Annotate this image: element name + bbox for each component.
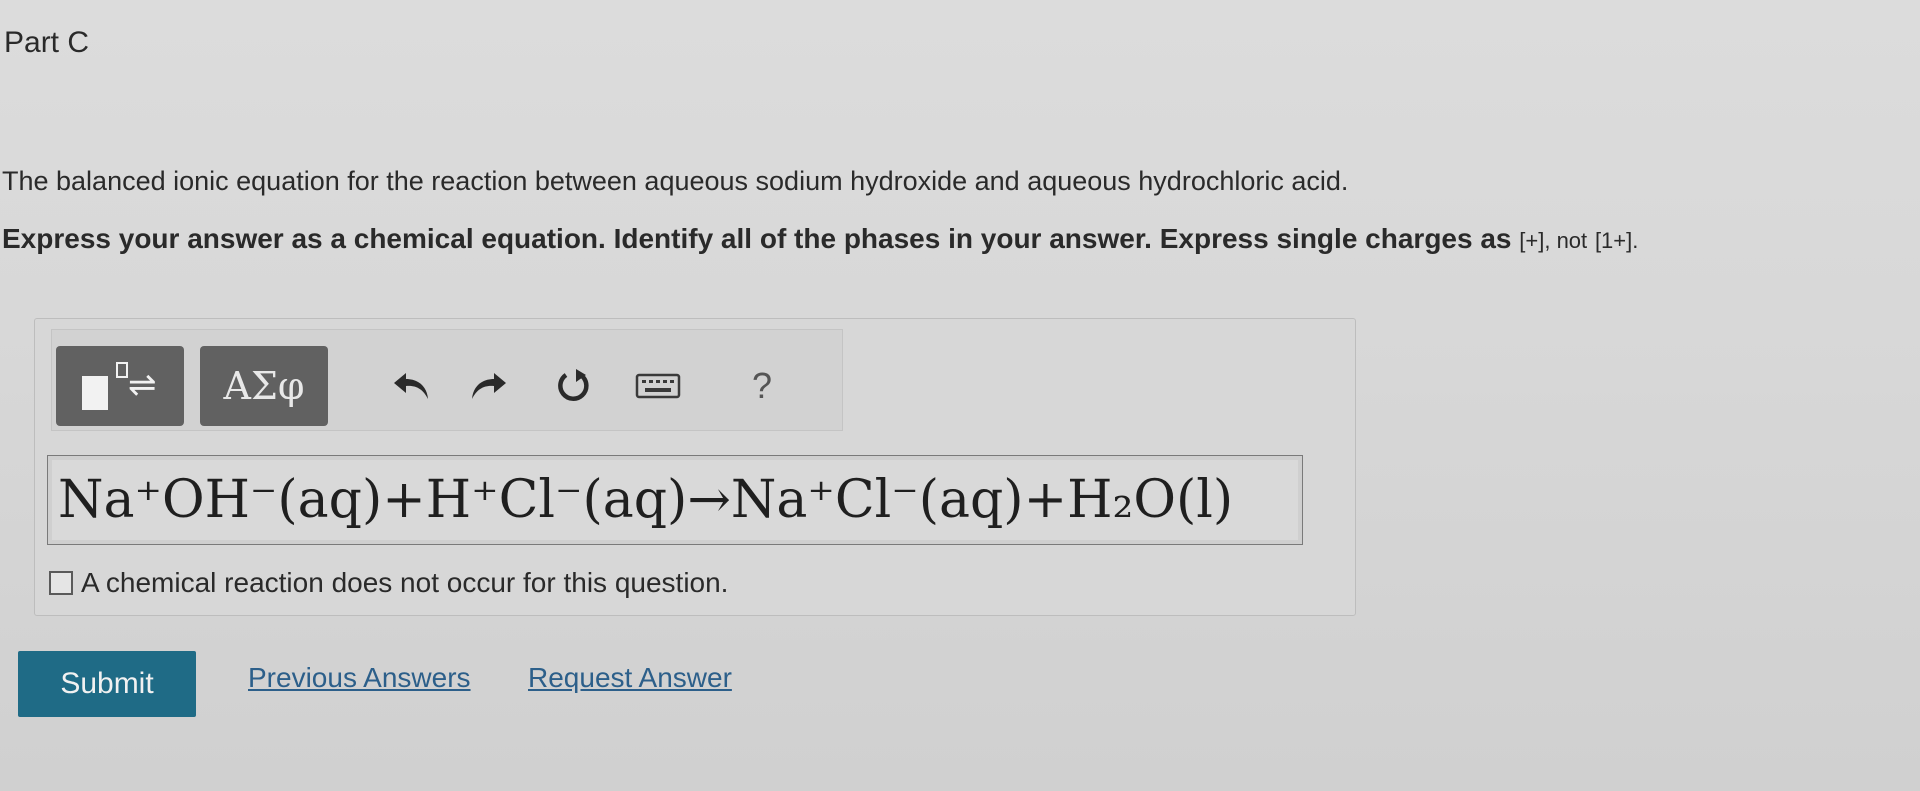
no-reaction-label: A chemical reaction does not occur for t… xyxy=(81,567,729,598)
instructions-not: , not xyxy=(1544,228,1588,253)
templates-icon: ⇌ xyxy=(70,358,170,414)
previous-answers-link[interactable]: Previous Answers xyxy=(248,662,471,694)
no-reaction-checkbox[interactable] xyxy=(49,571,73,595)
equation-value: Na⁺OH⁻(aq)+H⁺Cl⁻(aq)→Na⁺Cl⁻(aq)+H₂O(l) xyxy=(58,470,1234,530)
keyboard-icon[interactable] xyxy=(634,362,682,410)
submit-button[interactable]: Submit xyxy=(18,651,196,717)
undo-icon[interactable] xyxy=(388,362,436,410)
instructions-end: . xyxy=(1632,228,1639,253)
instructions: Express your answer as a chemical equati… xyxy=(2,223,1638,255)
symbols-button[interactable]: ΑΣφ xyxy=(200,346,328,426)
instructions-one-plus-example: [1+] xyxy=(1594,228,1633,253)
part-label: Part C xyxy=(4,26,90,59)
answer-box: ⇌ ΑΣφ ? Na⁺OH⁻(aq)+H⁺Cl⁻(aq)→Na⁺Cl⁻(aq)+… xyxy=(34,318,1356,616)
help-icon[interactable]: ? xyxy=(738,362,786,410)
redo-icon[interactable] xyxy=(464,362,512,410)
question-text: The balanced ionic equation for the reac… xyxy=(2,166,1349,196)
reset-icon[interactable] xyxy=(550,362,598,410)
templates-button[interactable]: ⇌ xyxy=(56,346,184,426)
no-reaction-option[interactable]: A chemical reaction does not occur for t… xyxy=(49,567,728,599)
request-answer-link[interactable]: Request Answer xyxy=(528,662,732,694)
instructions-plus-example: [+] xyxy=(1519,228,1545,253)
equation-input[interactable]: Na⁺OH⁻(aq)+H⁺Cl⁻(aq)→Na⁺Cl⁻(aq)+H₂O(l) xyxy=(47,455,1303,545)
instructions-main: Express your answer as a chemical equati… xyxy=(2,223,1512,254)
math-toolbar: ⇌ ΑΣφ ? xyxy=(51,329,843,431)
